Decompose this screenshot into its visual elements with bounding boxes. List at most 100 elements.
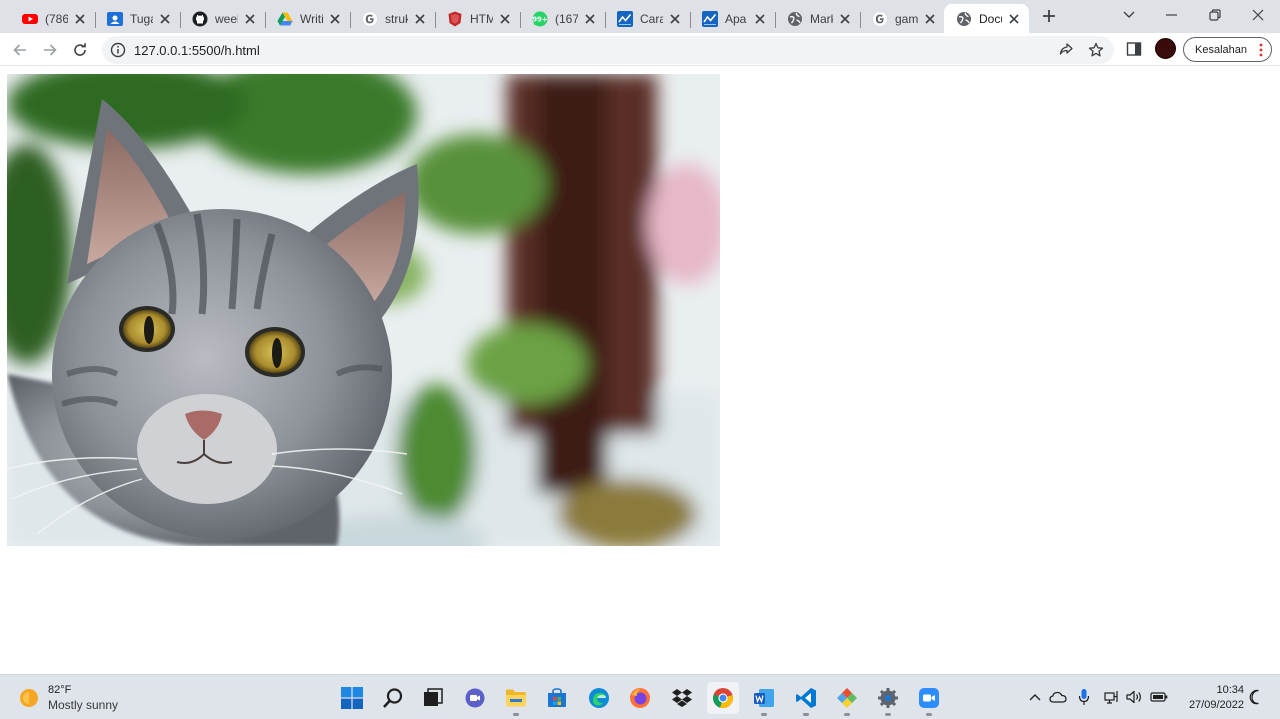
onedrive-button[interactable] xyxy=(1047,686,1069,708)
close-icon[interactable] xyxy=(497,11,513,27)
tab-title: week xyxy=(215,11,238,26)
profile-avatar[interactable] xyxy=(1155,38,1176,59)
new-tab-button[interactable] xyxy=(1036,5,1062,27)
close-icon[interactable] xyxy=(922,11,938,27)
close-icon[interactable] xyxy=(242,11,258,27)
google-drive-icon xyxy=(277,12,293,25)
error-button-label: Kesalahan xyxy=(1195,43,1247,56)
network-icon xyxy=(1104,691,1118,704)
close-icon[interactable] xyxy=(582,11,598,27)
tab-strip: (786) Tugas week Writi struk HTML 99+ (1… xyxy=(0,0,1280,33)
edge-icon xyxy=(589,688,609,708)
minimize-button[interactable] xyxy=(1151,0,1193,30)
whatsapp-icon: 99+ xyxy=(532,11,548,26)
minimize-icon xyxy=(1166,14,1177,16)
tab-google-search-1[interactable]: struk xyxy=(350,4,436,33)
cloud-icon xyxy=(1049,691,1067,703)
cat-image xyxy=(7,74,720,546)
zoom-button[interactable] xyxy=(913,682,945,716)
battery-button[interactable] xyxy=(1148,686,1170,708)
teams-chat-button[interactable] xyxy=(459,682,491,714)
teams-chat-icon xyxy=(465,688,485,708)
windows-start-icon xyxy=(341,687,363,709)
edge-button[interactable] xyxy=(583,682,615,714)
dropbox-button[interactable] xyxy=(666,682,698,714)
word-button[interactable] xyxy=(748,682,780,716)
start-button[interactable] xyxy=(336,682,368,714)
tab-whatsapp[interactable]: 99+ (167) xyxy=(520,4,606,33)
tab-document-active[interactable]: Docu xyxy=(944,4,1029,33)
restore-button[interactable] xyxy=(1194,0,1236,30)
close-icon[interactable] xyxy=(667,11,683,27)
settings-button[interactable] xyxy=(872,682,904,716)
weather-widget[interactable]: 82°F Mostly sunny xyxy=(18,684,178,712)
tab-title: (167) xyxy=(555,11,578,26)
forward-button[interactable] xyxy=(36,36,64,64)
info-icon[interactable] xyxy=(110,42,126,58)
vscode-button[interactable] xyxy=(790,682,822,716)
firefox-button[interactable] xyxy=(624,682,656,714)
back-button[interactable] xyxy=(6,36,34,64)
side-panel-icon[interactable] xyxy=(1126,41,1142,57)
html-shield-icon xyxy=(448,11,462,26)
close-icon[interactable] xyxy=(72,11,88,27)
microphone-icon xyxy=(1078,689,1090,705)
search-button[interactable] xyxy=(377,682,409,714)
globe-icon xyxy=(957,11,971,26)
tab-github[interactable]: week xyxy=(180,4,266,33)
tab-youtube[interactable]: (786) xyxy=(10,4,96,33)
git-button[interactable] xyxy=(831,682,863,716)
git-icon xyxy=(837,688,857,708)
close-icon[interactable] xyxy=(157,11,173,27)
vscode-icon xyxy=(796,688,816,708)
volume-button[interactable] xyxy=(1124,686,1146,708)
close-icon[interactable] xyxy=(752,11,768,27)
weather-description: Mostly sunny xyxy=(48,698,119,712)
classroom-icon xyxy=(107,11,123,26)
tab-google-drive[interactable]: Writi xyxy=(265,4,351,33)
system-clock[interactable]: 10:34 27/09/2022 xyxy=(1176,683,1244,713)
tab-google-search-2[interactable]: gamb xyxy=(860,4,946,33)
google-icon xyxy=(872,10,888,27)
bookmark-star-icon[interactable] xyxy=(1088,42,1104,58)
tab-html[interactable]: HTML xyxy=(435,4,521,33)
network-button[interactable] xyxy=(1102,686,1124,708)
browser-toolbar: 127.0.0.1:5500/h.html xyxy=(0,33,1280,66)
microsoft-store-button[interactable] xyxy=(541,682,573,714)
page-content xyxy=(0,67,1280,674)
microphone-button[interactable] xyxy=(1073,686,1095,708)
firefox-icon xyxy=(630,688,650,708)
restore-icon xyxy=(1209,9,1221,21)
notifications-button[interactable] xyxy=(1245,686,1267,708)
close-icon[interactable] xyxy=(412,11,428,27)
file-explorer-button[interactable] xyxy=(500,682,532,716)
address-bar[interactable]: 127.0.0.1:5500/h.html xyxy=(102,36,1114,64)
close-icon[interactable] xyxy=(837,11,853,27)
reload-button[interactable] xyxy=(66,36,94,64)
chrome-icon xyxy=(713,688,733,709)
tab-apa[interactable]: Apa xyxy=(690,4,776,33)
error-button[interactable]: Kesalahan xyxy=(1183,37,1272,62)
tab-search-button[interactable] xyxy=(1108,0,1150,30)
zoom-icon xyxy=(919,688,939,708)
close-window-button[interactable] xyxy=(1237,0,1279,30)
clock-date: 27/09/2022 xyxy=(1188,699,1244,711)
github-icon xyxy=(192,11,208,26)
clock-time: 10:34 xyxy=(1216,684,1244,696)
show-hidden-icons-button[interactable] xyxy=(1024,686,1046,708)
task-view-button[interactable] xyxy=(417,682,449,714)
tab-title: Mark xyxy=(810,11,833,26)
address-url[interactable]: 127.0.0.1:5500/h.html xyxy=(134,43,260,58)
more-vert-icon xyxy=(1259,43,1263,57)
tab-cara[interactable]: Cara xyxy=(605,4,691,33)
tab-mark[interactable]: Mark xyxy=(775,4,861,33)
reload-icon xyxy=(74,43,86,56)
chrome-button[interactable] xyxy=(707,682,739,714)
share-icon[interactable] xyxy=(1058,42,1074,58)
close-icon[interactable] xyxy=(327,11,343,27)
tab-classroom[interactable]: Tugas xyxy=(95,4,181,33)
tab-title: Apa xyxy=(725,11,747,26)
close-icon[interactable] xyxy=(1006,11,1022,27)
google-icon xyxy=(362,10,378,27)
chart-site-icon xyxy=(702,10,718,27)
